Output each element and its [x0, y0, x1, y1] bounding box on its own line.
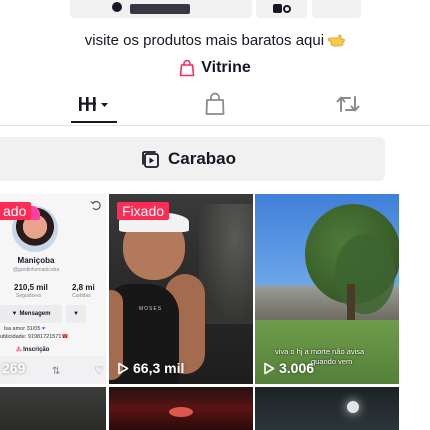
video-thumbnail[interactable] — [0, 387, 106, 430]
repost-icon — [336, 96, 360, 112]
tab-shop[interactable] — [197, 85, 233, 123]
tab-videos[interactable] — [71, 85, 117, 123]
followers-label: Seguidores — [16, 293, 42, 299]
followers-count: 210,5 mil — [14, 283, 48, 292]
refresh-icon — [90, 200, 101, 211]
video-thumbnail[interactable]: MOSES Fixado 66,3 mil — [109, 194, 253, 384]
tab-reposts[interactable] — [330, 85, 366, 123]
play-icon — [264, 362, 275, 374]
playlist-label: Carabao — [167, 149, 237, 168]
playlist-button[interactable]: Carabao — [0, 137, 385, 181]
person-icon — [112, 2, 122, 12]
view-count: 66,3 mil — [117, 360, 184, 376]
subscribe-label: ⚠ Inscrição — [16, 347, 50, 353]
bio-text: visite os produtos mais baratos aqui — [84, 32, 325, 49]
photo-tree-canopy-2 — [335, 234, 395, 314]
follow-button-label — [130, 4, 190, 14]
pointing-hand-emoji-icon — [328, 34, 345, 47]
photo-background-light — [199, 204, 253, 324]
pinned-badge: ado — [0, 202, 32, 220]
message-button: ▼ Mensagem — [0, 305, 62, 323]
play-icon — [118, 362, 129, 374]
profile-bio: visite os produtos mais baratos aqui — [0, 32, 430, 49]
video-thumbnail[interactable]: viva o hj a morte não avisa quando vem 3… — [255, 194, 399, 384]
view-count: 3.006 — [263, 360, 314, 376]
pinned-badge: Fixado — [117, 202, 170, 220]
view-count: 269 — [2, 360, 26, 376]
video-caption-line2: quando vem — [311, 357, 353, 366]
video-thumbnail[interactable]: Maniçoba @gordinhomanicoba 210,5 mil Seg… — [0, 194, 106, 384]
photo-red-light — [169, 407, 193, 417]
dropdown-button: ▼ — [66, 305, 86, 323]
shirt-text: MOSES — [139, 306, 163, 312]
showcase-link[interactable]: Vitrine — [0, 59, 430, 77]
filter-icon: ▼ — [11, 311, 18, 317]
follow-button[interactable] — [70, 0, 252, 18]
gear-icon — [283, 5, 291, 13]
likes-count: 2,8 mi — [72, 283, 95, 292]
showcase-label: Vitrine — [201, 59, 251, 76]
active-tab-indicator — [71, 121, 117, 123]
profile-bio-line1: lsa amor 31/05 ♥ — [4, 326, 46, 332]
message-button-label: Mensagem — [19, 311, 51, 317]
profile-bio-line2: ublicidade: 91981721571☎ — [0, 334, 69, 340]
profile-handle: @gordinhomanicoba — [12, 267, 60, 273]
profile-tabs — [0, 85, 430, 126]
chevron-down-icon — [101, 103, 108, 107]
profile-name: Maniçoba — [17, 256, 55, 265]
video-caption-line1: viva o hj a morte não avisa — [275, 347, 365, 356]
bag-icon — [205, 92, 225, 115]
likes-label: Curtidas — [72, 293, 91, 299]
repost-icon: ⇅ — [52, 366, 61, 377]
more-button[interactable] — [312, 0, 361, 18]
heart-icon: ♡ — [94, 365, 104, 377]
video-thumbnail[interactable] — [109, 387, 253, 430]
add-friend-button[interactable] — [256, 0, 307, 18]
photo-street-light — [347, 401, 359, 413]
add-friend-icon — [273, 4, 282, 13]
shopping-bag-icon — [179, 59, 195, 77]
video-thumbnail[interactable] — [255, 387, 399, 430]
grid-icon — [79, 97, 108, 111]
playlist-icon — [142, 150, 159, 168]
